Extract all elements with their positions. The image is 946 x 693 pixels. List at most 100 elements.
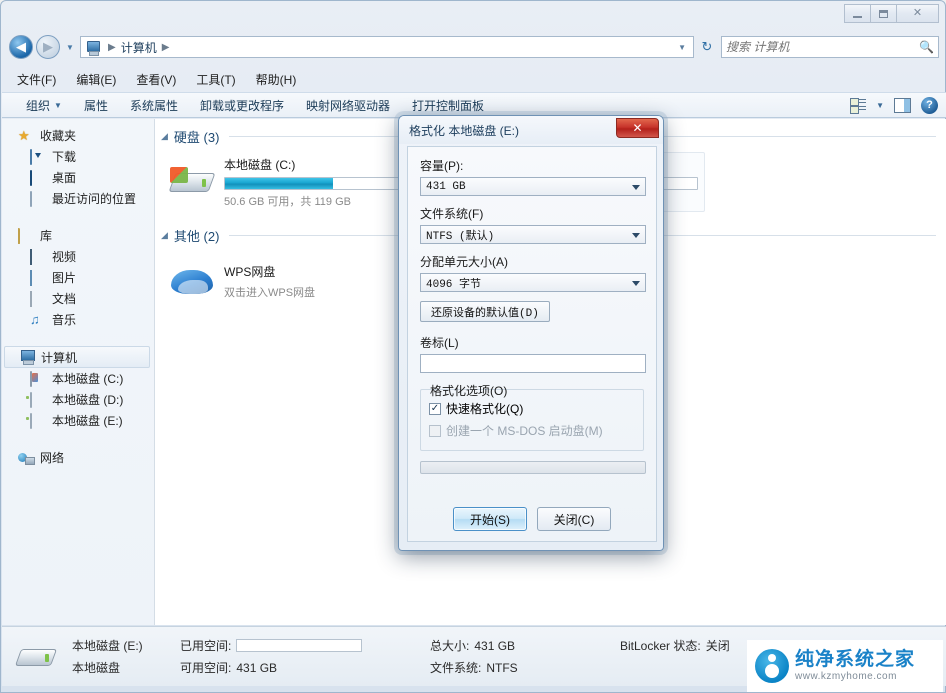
restore-defaults-button[interactable]: 还原设备的默认值(D)	[420, 301, 550, 322]
sidebar-item-pictures[interactable]: 图片	[2, 267, 154, 288]
wps-cloud-icon	[168, 260, 216, 302]
back-button[interactable]: ◀	[9, 35, 33, 59]
sidebar-item-libraries[interactable]: 库	[2, 225, 154, 246]
cmd-open-control-panel[interactable]: 打开控制面板	[412, 97, 484, 114]
menu-edit[interactable]: 编辑(E)	[74, 69, 118, 90]
cmd-properties[interactable]: 属性	[84, 97, 108, 114]
computer-icon	[85, 40, 100, 56]
change-view-icon[interactable]	[850, 98, 867, 114]
site-url: www.kzmyhome.com	[795, 670, 897, 682]
breadcrumb-item-computer[interactable]: 计算机	[121, 39, 157, 56]
menu-tools[interactable]: 工具(T)	[194, 69, 237, 90]
allocation-select[interactable]: 4096 字节	[420, 273, 646, 292]
menu-view[interactable]: 查看(V)	[134, 69, 178, 90]
breadcrumb[interactable]: ▶ 计算机 ▶ ▼	[80, 36, 694, 58]
sidebar-item-drive-d[interactable]: 本地磁盘 (D:)	[2, 389, 154, 410]
preview-pane-icon[interactable]	[894, 97, 911, 113]
refresh-icon[interactable]: ↻	[696, 36, 718, 58]
capacity-value: 431 GB	[426, 180, 466, 193]
address-bar-row: ◀ ▶ ▼ ▶ 计算机 ▶ ▼ ↻ 🔍	[1, 31, 946, 63]
sidebar-item-videos[interactable]: 视频	[2, 246, 154, 267]
sidebar-item-network[interactable]: 网络	[2, 447, 154, 468]
music-note-icon: ♫	[30, 311, 40, 327]
sidebar-label-music: 音乐	[52, 313, 77, 327]
sidebar-item-documents[interactable]: 文档	[2, 288, 154, 309]
nav-group-network: 网络	[2, 447, 154, 468]
quick-format-label: 快速格式化(Q)	[446, 402, 524, 416]
filesystem-value: NTFS (默认)	[426, 230, 495, 243]
dialog-buttons: 开始(S) 关闭(C)	[408, 507, 656, 531]
status-drive-name: 本地磁盘 (E:)	[72, 639, 143, 653]
search-box[interactable]: 🔍	[721, 36, 939, 58]
sidebar-item-music[interactable]: ♫ 音乐	[2, 309, 154, 330]
search-input[interactable]	[726, 40, 920, 54]
close-icon[interactable]: ✕	[616, 118, 659, 138]
chevron-down-icon-alloc	[632, 281, 640, 286]
sidebar-item-computer[interactable]: 计算机	[4, 346, 150, 368]
chevron-down-icon-views[interactable]: ▼	[876, 101, 884, 110]
capacity-select[interactable]: 431 GB	[420, 177, 646, 196]
drive-icon-e	[30, 412, 46, 429]
cmd-map-network-drive[interactable]: 映射网络驱动器	[306, 97, 390, 114]
forward-button[interactable]: ▶	[36, 35, 60, 59]
nav-spacer-3	[2, 433, 154, 447]
wps-cloud-text: WPS网盘 双击进入WPS网盘	[224, 263, 416, 300]
sidebar-label-favorites: 收藏夹	[40, 129, 77, 143]
site-name: 纯净系统之家	[795, 649, 916, 671]
menu-file[interactable]: 文件(F)	[15, 69, 58, 90]
close-button[interactable]: 关闭(C)	[537, 507, 611, 531]
quick-format-checkbox[interactable]: ✓	[429, 402, 441, 415]
sidebar-item-drive-c[interactable]: 本地磁盘 (C:)	[2, 368, 154, 389]
filesystem-select[interactable]: NTFS (默认)	[420, 225, 646, 244]
nav-group-libraries: 库 视频 图片 文档 ♫ 音乐	[2, 225, 154, 330]
sidebar-label-libraries: 库	[40, 229, 53, 243]
quick-format-row[interactable]: ✓ 快速格式化(Q)	[429, 400, 635, 417]
wps-cloud-tile[interactable]: WPS网盘 双击进入WPS网盘	[161, 251, 423, 311]
sidebar-item-favorites[interactable]: ★ 收藏夹	[2, 125, 154, 146]
help-icon[interactable]: ?	[921, 96, 938, 114]
system-drive-icon	[30, 370, 46, 387]
msdos-boot-row: 创建一个 MS-DOS 启动盘(M)	[429, 422, 635, 439]
close-icon[interactable]: ✕	[896, 4, 939, 23]
sidebar-label-downloads: 下载	[52, 150, 77, 164]
breadcrumb-separator-icon: ▶	[108, 41, 116, 53]
cmd-uninstall-change-program[interactable]: 卸载或更改程序	[200, 97, 284, 114]
drive-icon	[30, 391, 46, 408]
filesystem-label: 文件系统(F)	[420, 207, 484, 221]
volume-label-input[interactable]	[420, 354, 646, 373]
drive-tile-c[interactable]: 本地磁盘 (C:) 50.6 GB 可用，共 119 GB	[161, 152, 423, 212]
chevron-collapse-icon[interactable]: ◢	[161, 131, 168, 142]
maximize-button[interactable]	[870, 4, 897, 23]
cmd-system-properties[interactable]: 系统属性	[130, 97, 178, 114]
status-used-line: 已用空间:	[180, 637, 430, 654]
document-icon	[30, 290, 46, 307]
breadcrumb-dropdown-icon[interactable]: ▼	[678, 43, 689, 52]
sidebar-item-downloads[interactable]: 下载	[2, 146, 154, 167]
picture-icon	[30, 269, 46, 286]
site-logo-icon	[755, 649, 789, 683]
chevron-down-icon-fs	[632, 233, 640, 238]
menu-bar: 文件(F) 编辑(E) 查看(V) 工具(T) 帮助(H)	[1, 67, 946, 91]
msdos-boot-label: 创建一个 MS-DOS 启动盘(M)	[446, 424, 603, 438]
sidebar-label-drive-d: 本地磁盘 (D:)	[52, 393, 124, 407]
navigation-pane: ★ 收藏夹 下载 桌面 最近访问的位置 库 视频 图片 文档 ♫ 音乐 计算机 …	[2, 119, 154, 625]
breadcrumb-separator-icon-2[interactable]: ▶	[162, 42, 170, 53]
start-button[interactable]: 开始(S)	[453, 507, 527, 531]
cmd-organize[interactable]: 组织 ▼	[26, 97, 62, 114]
history-dropdown-icon[interactable]: ▼	[63, 43, 77, 52]
chevron-collapse-icon-other[interactable]: ◢	[161, 230, 168, 241]
sidebar-item-desktop[interactable]: 桌面	[2, 167, 154, 188]
menu-help[interactable]: 帮助(H)	[254, 69, 299, 90]
format-dialog[interactable]: 格式化 本地磁盘 (E:) ✕ 容量(P): 431 GB 文件系统(F) NT…	[398, 115, 664, 551]
chevron-down-icon: ▼	[54, 100, 62, 110]
status-total-label: 总大小:	[430, 639, 470, 653]
sidebar-item-recent-places[interactable]: 最近访问的位置	[2, 188, 154, 209]
cmd-organize-label: 组织	[26, 98, 51, 113]
status-col-bitlocker: BitLocker 状态: 关闭	[620, 637, 730, 654]
status-used-label: 已用空间:	[180, 639, 232, 653]
dialog-body: 容量(P): 431 GB 文件系统(F) NTFS (默认) 分配单元大小(A…	[407, 146, 657, 542]
command-bar-right: ▼ ?	[850, 96, 938, 114]
sidebar-item-drive-e[interactable]: 本地磁盘 (E:)	[2, 410, 154, 431]
minimize-button[interactable]	[844, 4, 871, 23]
status-free-value: 431 GB	[236, 660, 278, 675]
